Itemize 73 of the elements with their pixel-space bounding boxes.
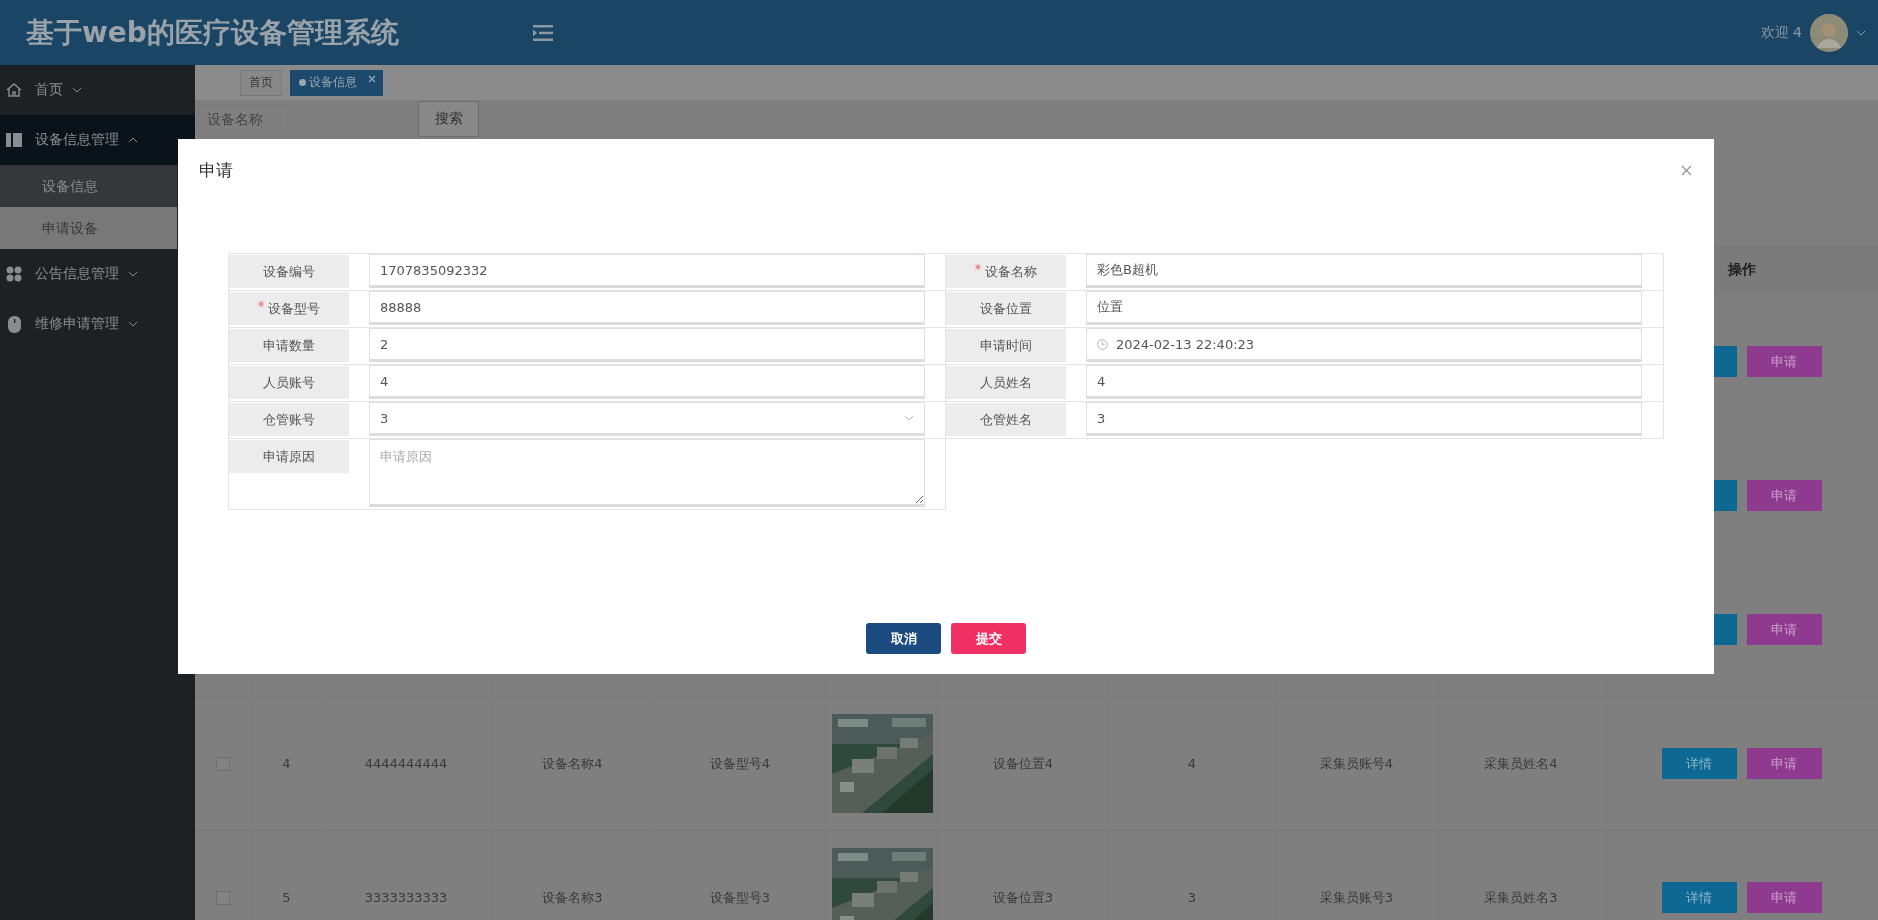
- apply-button[interactable]: 申请: [1746, 882, 1822, 913]
- column-header: 操作: [1727, 261, 1756, 277]
- table-cell: 设备名称4: [491, 696, 654, 831]
- table-cell: 3333333333: [321, 830, 491, 920]
- dialog-title: 申请: [199, 158, 233, 182]
- dot-icon: [299, 79, 306, 86]
- field-label: 人员账号: [263, 373, 315, 392]
- avatar-icon[interactable]: [1810, 13, 1848, 52]
- field-label: 仓管账号: [263, 410, 315, 429]
- field-label: 设备名称: [985, 262, 1037, 281]
- apply-button[interactable]: 申请: [1746, 346, 1822, 377]
- grid-icon: [6, 266, 22, 282]
- table-cell: 4: [252, 696, 321, 831]
- field-label: 申请数量: [263, 336, 315, 355]
- nav-group[interactable]: 公告信息管理: [0, 249, 195, 299]
- table-cell: 采集员姓名3: [1437, 830, 1605, 920]
- chevron-down-icon[interactable]: [1856, 29, 1866, 36]
- input-field[interactable]: 1707835092332: [369, 254, 925, 288]
- apply-button[interactable]: 申请: [1746, 614, 1822, 645]
- table-cell: 4444444444: [321, 696, 491, 831]
- input-field[interactable]: 2: [369, 328, 925, 362]
- apply-button[interactable]: 申请: [1746, 748, 1822, 779]
- nav-group[interactable]: 设备信息管理: [0, 115, 195, 165]
- tab[interactable]: 设备信息: [290, 69, 383, 96]
- input-field[interactable]: 位置: [1086, 291, 1642, 325]
- apply-button[interactable]: 申请: [1746, 480, 1822, 511]
- table-cell: 4: [1108, 696, 1276, 831]
- home-icon: [6, 82, 22, 98]
- clock-icon: [1097, 338, 1108, 350]
- input-field[interactable]: 3: [1086, 402, 1642, 436]
- input-field[interactable]: 4: [1086, 365, 1642, 399]
- close-icon[interactable]: [368, 74, 376, 83]
- search-field[interactable]: 设备名称: [198, 103, 288, 134]
- columns-icon: [6, 133, 22, 147]
- table-cell: 设备位置3: [938, 830, 1108, 920]
- close-icon[interactable]: [1681, 164, 1692, 176]
- search-button[interactable]: 搜索: [418, 100, 479, 137]
- select-field[interactable]: 3: [369, 402, 925, 436]
- date-time-field[interactable]: 2024-02-13 22:40:23: [1086, 328, 1642, 362]
- table-cell: 设备位置4: [938, 696, 1108, 831]
- field-label: 申请时间: [980, 336, 1032, 355]
- greeting-text: 欢迎 4: [1760, 23, 1802, 42]
- cancel-button[interactable]: 取消: [866, 623, 941, 654]
- menu-icon[interactable]: [532, 23, 553, 42]
- table-cell: 设备名称3: [491, 830, 654, 920]
- table-cell: 采集员账号4: [1276, 696, 1437, 831]
- input-field[interactable]: 4: [369, 365, 925, 399]
- submit-button[interactable]: 提交: [951, 623, 1026, 654]
- chevron-down-icon: [904, 415, 914, 421]
- table-cell: 5: [252, 830, 321, 920]
- field-label: 设备型号: [268, 299, 320, 318]
- nav-item[interactable]: 设备信息: [0, 165, 177, 207]
- table-cell: 设备型号4: [654, 696, 826, 831]
- mouse-icon: [7, 315, 21, 333]
- text-area[interactable]: 申请原因: [369, 439, 925, 507]
- field-label: 人员姓名: [980, 373, 1032, 392]
- input-field[interactable]: 彩色B超机: [1086, 254, 1642, 288]
- field-label: 仓管姓名: [980, 410, 1032, 429]
- table-cell: 设备型号3: [654, 830, 826, 920]
- nav-group[interactable]: 维修申请管理: [0, 299, 195, 349]
- table-cell: 采集员账号3: [1276, 830, 1437, 920]
- app-title: 基于web的医疗设备管理系统: [26, 14, 399, 51]
- detail-button[interactable]: 详情: [1661, 882, 1737, 913]
- tab[interactable]: 首页: [240, 69, 282, 96]
- table-cell: 3: [1108, 830, 1276, 920]
- table-cell: 采集员姓名4: [1437, 696, 1605, 831]
- field-label: 设备编号: [263, 262, 315, 281]
- field-label: 设备位置: [980, 299, 1032, 318]
- nav-group[interactable]: 首页: [0, 65, 195, 115]
- detail-button[interactable]: 详情: [1661, 748, 1737, 779]
- field-label: 申请原因: [263, 447, 315, 466]
- input-field[interactable]: 88888: [369, 291, 925, 325]
- nav-item[interactable]: 申请设备: [0, 207, 177, 249]
